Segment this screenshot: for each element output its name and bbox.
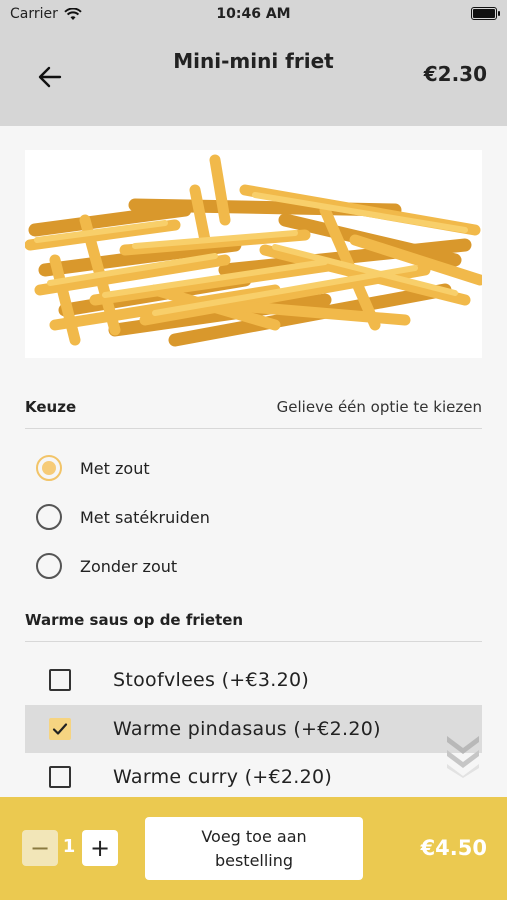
radio-option-met-zout[interactable]: Met zout xyxy=(36,455,150,481)
checkbox-unchecked-icon[interactable] xyxy=(49,669,71,691)
radio-option-zonder-zout[interactable]: Zonder zout xyxy=(36,553,177,579)
choice-section-hint: Gelieve één optie te kiezen xyxy=(276,398,482,416)
sauce-section-title: Warme saus op de frieten xyxy=(25,611,244,629)
base-price: €2.30 xyxy=(423,62,487,86)
radio-option-met-satekruiden[interactable]: Met satékruiden xyxy=(36,504,210,530)
fries-illustration xyxy=(25,154,482,347)
choice-section-header: Keuze Gelieve één optie te kiezen xyxy=(25,398,482,429)
checkbox-option-label: Warme pindasaus (+€2.20) xyxy=(113,718,381,740)
checkmark-icon xyxy=(52,723,68,735)
radio-option-label: Met zout xyxy=(80,458,150,478)
checkbox-option-warme-curry[interactable]: Warme curry (+€2.20) xyxy=(25,753,482,801)
radio-selected-icon[interactable] xyxy=(36,455,62,481)
increase-quantity-button[interactable]: + xyxy=(82,830,118,866)
add-to-order-label: Voeg toe aan bestelling xyxy=(201,826,307,870)
add-to-order-button[interactable]: Voeg toe aan bestelling xyxy=(145,817,363,880)
checkbox-option-label: Stoofvlees (+€3.20) xyxy=(113,669,310,691)
checkbox-unchecked-icon[interactable] xyxy=(49,766,71,788)
radio-unselected-icon[interactable] xyxy=(36,504,62,530)
quantity-value: 1 xyxy=(62,836,76,857)
order-total: €4.50 xyxy=(420,836,487,860)
checkbox-option-stoofvlees[interactable]: Stoofvlees (+€3.20) xyxy=(25,656,482,704)
checkbox-option-label: Warme curry (+€2.20) xyxy=(113,766,333,788)
status-bar: Carrier 10:46 AM xyxy=(0,0,507,30)
status-time: 10:46 AM xyxy=(216,6,291,22)
decrease-quantity-button[interactable]: − xyxy=(22,830,58,866)
choice-section-title: Keuze xyxy=(25,398,77,416)
page-title: Mini-mini friet xyxy=(173,49,334,73)
product-image xyxy=(25,150,482,358)
battery-icon xyxy=(471,7,500,20)
radio-option-label: Met satékruiden xyxy=(80,507,210,527)
checkbox-checked-icon[interactable] xyxy=(49,718,71,740)
sauce-section-header: Warme saus op de frieten xyxy=(25,611,482,642)
back-arrow-icon[interactable] xyxy=(36,63,64,91)
radio-unselected-icon[interactable] xyxy=(36,553,62,579)
checkbox-option-warme-pindasaus[interactable]: Warme pindasaus (+€2.20) xyxy=(25,705,482,753)
scroll-down-chevrons-icon[interactable] xyxy=(444,732,482,778)
radio-option-label: Zonder zout xyxy=(80,556,178,576)
header: Mini-mini friet €2.30 xyxy=(0,30,507,126)
